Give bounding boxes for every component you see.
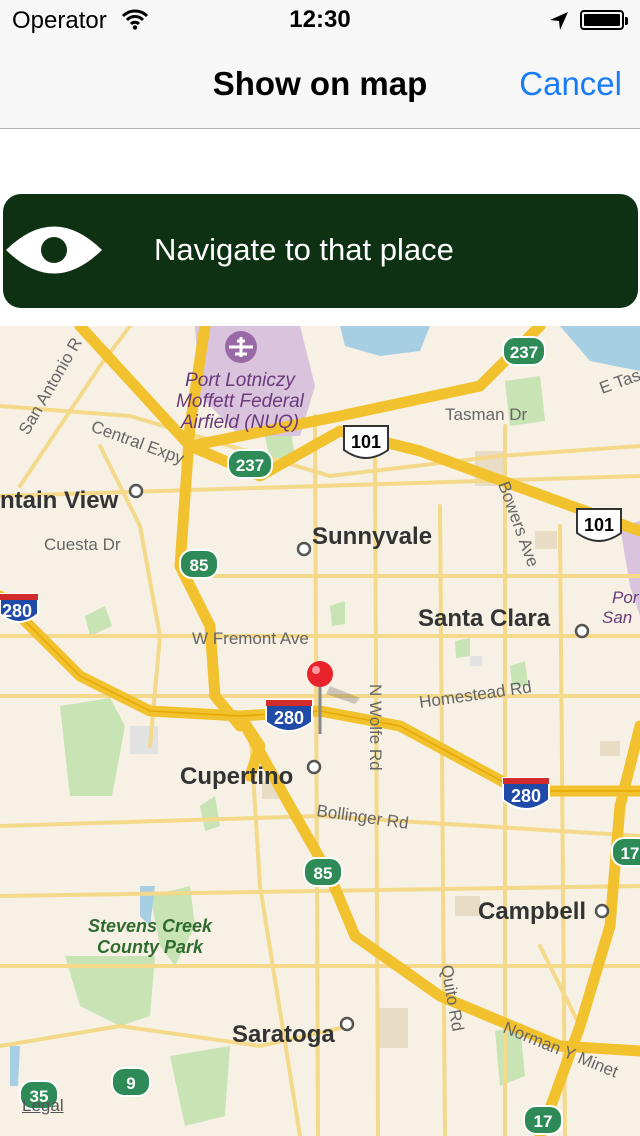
svg-text:17: 17 (621, 844, 640, 863)
map-canvas: Central Expy San Antonio R Tasman Dr E T… (0, 326, 640, 1136)
battery-icon (580, 10, 628, 30)
battery-fill (584, 14, 620, 26)
navigate-button-label: Navigate to that place (154, 232, 454, 267)
legal-link[interactable]: Legal (22, 1096, 64, 1116)
airport-label: Airfield (NUQ) (180, 412, 299, 433)
state-route-shield: 17 (611, 837, 640, 867)
us-route-shield: 101 (343, 425, 389, 459)
interstate-shield: 280 (265, 699, 313, 732)
navigation-bar: Show on map Cancel (0, 40, 640, 129)
state-route-shield: 237 (227, 449, 273, 479)
svg-text:280: 280 (511, 786, 541, 806)
airport-label: Por (612, 588, 640, 607)
svg-text:9: 9 (126, 1074, 135, 1093)
svg-text:85: 85 (190, 556, 209, 575)
battery-nub (625, 17, 628, 25)
street-label: N Wolfe Rd (366, 684, 385, 771)
street-label: Homestead Rd (418, 677, 533, 712)
city-label: Campbell (478, 898, 586, 925)
svg-text:101: 101 (584, 515, 614, 535)
status-time: 12:30 (289, 6, 351, 33)
street-label: Tasman Dr (445, 405, 528, 424)
navigate-button[interactable]: Navigate to that place (3, 194, 638, 308)
city-label: Sunnyvale (312, 523, 432, 550)
svg-text:280: 280 (2, 601, 32, 621)
status-bar: Operator 12:30 (0, 0, 640, 40)
street-label: Bollinger Rd (315, 801, 409, 833)
city-label: Santa Clara (418, 605, 551, 632)
city-label: Cupertino (180, 763, 293, 790)
state-route-shield: 85 (303, 857, 343, 887)
street-label: W Fremont Ave (192, 629, 309, 648)
park-label: County Park (97, 937, 204, 957)
svg-text:237: 237 (510, 343, 538, 362)
svg-text:85: 85 (314, 864, 333, 883)
state-route-shield: 9 (111, 1067, 151, 1097)
state-route-shield: 237 (502, 336, 546, 366)
city-label: ntain View (0, 487, 119, 514)
street-label: San Antonio R (15, 334, 86, 438)
street-label: E Tas (597, 365, 640, 397)
svg-text:17: 17 (534, 1112, 553, 1131)
city-label: Saratoga (232, 1021, 335, 1048)
svg-text:101: 101 (351, 432, 381, 452)
park-label: Stevens Creek (88, 916, 213, 936)
svg-text:280: 280 (274, 708, 304, 728)
cancel-button[interactable]: Cancel (519, 65, 622, 103)
state-route-shield: 17 (523, 1105, 563, 1135)
airport-label: Moffett Federal (176, 391, 305, 412)
eye-icon (6, 226, 102, 274)
airport-label: San (602, 608, 632, 627)
airport-label: Port Lotniczy (185, 370, 296, 391)
location-arrow-icon (550, 12, 568, 30)
airport-icon (225, 331, 257, 363)
street-label: Cuesta Dr (44, 535, 121, 554)
map-view[interactable]: Central Expy San Antonio R Tasman Dr E T… (0, 326, 640, 1136)
svg-text:237: 237 (236, 456, 264, 475)
state-route-shield: 85 (179, 549, 219, 579)
interstate-shield: 280 (502, 777, 550, 810)
interstate-shield: 280 (0, 593, 39, 623)
us-route-shield: 101 (576, 508, 622, 542)
